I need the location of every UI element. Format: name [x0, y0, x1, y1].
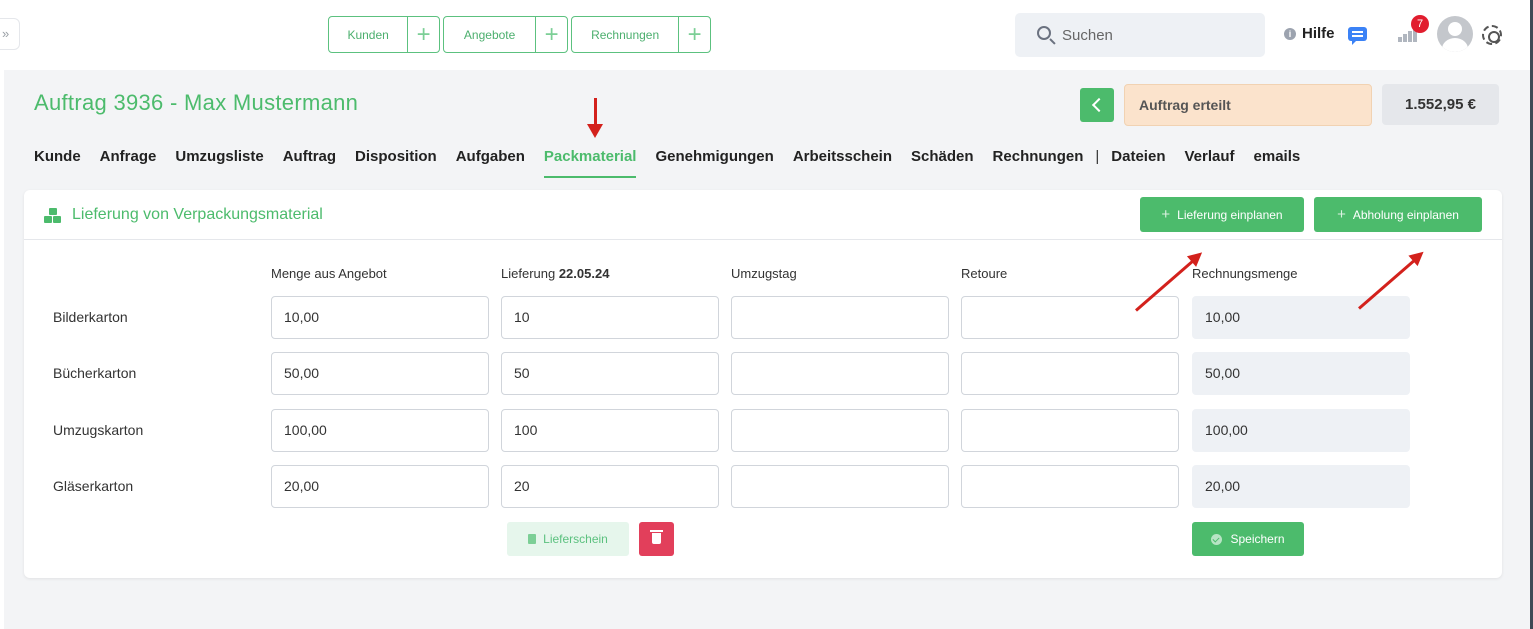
rechnungsmenge-field: 50,00	[1192, 352, 1410, 395]
search-bar	[1015, 13, 1265, 57]
umzugstag-field[interactable]	[731, 296, 949, 339]
info-icon: i	[1284, 27, 1296, 40]
column-header-lieferung: Lieferung 22.05.24	[501, 266, 609, 281]
tab-genehmigungen[interactable]: Genehmigungen	[655, 148, 773, 178]
rechnungsmenge-field: 10,00	[1192, 296, 1410, 339]
boxes-icon	[44, 208, 62, 224]
tab-packmaterial[interactable]: Packmaterial	[543, 148, 637, 178]
card-title: Lieferung von Verpackungsmaterial	[72, 206, 323, 223]
add-angebot-button[interactable]: +	[536, 17, 567, 52]
page-title: Auftrag 3936 - Max Mustermann	[34, 90, 359, 115]
lieferung-field[interactable]: 100	[501, 409, 719, 452]
tab-umzugsliste[interactable]: Umzugsliste	[175, 148, 263, 178]
row-label-buecherkarton: Bücherkarton	[53, 365, 137, 381]
retoure-field[interactable]	[961, 409, 1179, 452]
trash-icon	[650, 530, 663, 544]
tab-separator: |	[1095, 148, 1100, 165]
umzugstag-field[interactable]	[731, 352, 949, 395]
row-label-umzugskarton: Umzugskarton	[53, 422, 144, 438]
retoure-field[interactable]	[961, 352, 1179, 395]
column-header-rechnungsmenge: Rechnungsmenge	[1192, 266, 1298, 281]
top-bar: » Kunden + Angebote + Rechnungen + i Hil…	[0, 0, 1533, 70]
plus-icon: +	[1161, 206, 1171, 223]
add-rechnung-button[interactable]: +	[679, 17, 710, 52]
tab-arbeitsschein[interactable]: Arbeitsschein	[793, 148, 892, 178]
quick-action-angebote-label[interactable]: Angebote	[444, 17, 537, 52]
chat-icon[interactable]	[1348, 27, 1367, 45]
order-tabs: Kunde Anfrage Umzugsliste Auftrag Dispos…	[34, 148, 1319, 178]
notification-badge[interactable]: 7	[1411, 15, 1429, 33]
row-label-glaeserkarton: Gläserkarton	[53, 478, 134, 494]
quick-action-kunden: Kunden +	[328, 16, 440, 53]
column-header-menge: Menge aus Angebot	[271, 266, 387, 281]
umzugstag-field[interactable]	[731, 465, 949, 508]
row-label-bilderkarton: Bilderkarton	[53, 309, 128, 325]
column-header-lieferung-date: 22.05.24	[558, 266, 610, 281]
tab-emails[interactable]: emails	[1254, 148, 1301, 178]
rechnungsmenge-field: 100,00	[1192, 409, 1410, 452]
column-header-umzugstag: Umzugstag	[731, 266, 797, 281]
quick-action-kunden-label[interactable]: Kunden	[329, 17, 409, 52]
help-label: Hilfe	[1302, 25, 1335, 42]
schedule-delivery-button[interactable]: + Lieferung einplanen	[1140, 197, 1304, 232]
tab-anfrage[interactable]: Anfrage	[100, 148, 157, 178]
expand-sidebar-button[interactable]: »	[0, 18, 20, 50]
tab-verlauf[interactable]: Verlauf	[1184, 148, 1234, 178]
menge-field[interactable]: 10,00	[271, 296, 489, 339]
tab-schaeden[interactable]: Schäden	[911, 148, 974, 178]
lieferschein-label: Lieferschein	[543, 532, 608, 546]
search-input[interactable]	[1062, 26, 1262, 44]
packmaterial-card: Lieferung von Verpackungsmaterial + Lief…	[24, 190, 1502, 578]
quick-action-rechnungen: Rechnungen +	[571, 16, 711, 53]
menge-field[interactable]: 20,00	[271, 465, 489, 508]
lieferschein-button[interactable]: Lieferschein	[507, 522, 629, 556]
tab-dateien[interactable]: Dateien	[1111, 148, 1165, 178]
retoure-field[interactable]	[961, 465, 1179, 508]
delete-button[interactable]	[639, 522, 674, 556]
plus-icon: +	[1337, 206, 1346, 223]
tab-rechnungen[interactable]: Rechnungen	[993, 148, 1084, 178]
save-button[interactable]: Speichern	[1192, 522, 1304, 556]
column-header-retoure: Retoure	[961, 266, 1008, 281]
menge-field[interactable]: 50,00	[271, 352, 489, 395]
tab-aufgaben[interactable]: Aufgaben	[456, 148, 525, 178]
help-link[interactable]: i Hilfe	[1284, 25, 1335, 42]
rechnungsmenge-field: 20,00	[1192, 465, 1410, 508]
schedule-delivery-label: Lieferung einplanen	[1177, 207, 1283, 222]
column-header-lieferung-prefix: Lieferung	[501, 266, 559, 281]
search-icon	[1036, 25, 1056, 45]
status-badge: Auftrag erteilt	[1124, 84, 1372, 126]
quick-action-rechnungen-label[interactable]: Rechnungen	[572, 17, 680, 52]
avatar[interactable]	[1437, 16, 1473, 52]
tab-auftrag[interactable]: Auftrag	[283, 148, 336, 178]
schedule-pickup-button[interactable]: + Abholung einplanen	[1314, 197, 1482, 232]
save-label: Speichern	[1230, 532, 1285, 546]
order-total: 1.552,95 €	[1382, 84, 1499, 125]
lieferung-field[interactable]: 50	[501, 352, 719, 395]
gear-icon[interactable]	[1482, 25, 1502, 45]
menge-field[interactable]: 100,00	[271, 409, 489, 452]
annotation-arrow-down	[587, 98, 603, 138]
schedule-pickup-label: Abholung einplanen	[1352, 207, 1459, 222]
back-button[interactable]	[1080, 88, 1114, 122]
lieferung-field[interactable]: 10	[501, 296, 719, 339]
umzugstag-field[interactable]	[731, 409, 949, 452]
document-icon	[528, 534, 537, 544]
add-kunde-button[interactable]: +	[408, 17, 439, 52]
lieferung-field[interactable]: 20	[501, 465, 719, 508]
tab-disposition[interactable]: Disposition	[355, 148, 437, 178]
tab-kunde[interactable]: Kunde	[34, 148, 81, 178]
check-circle-icon	[1211, 533, 1223, 545]
quick-action-angebote: Angebote +	[443, 16, 568, 53]
card-header: Lieferung von Verpackungsmaterial + Lief…	[24, 190, 1502, 240]
